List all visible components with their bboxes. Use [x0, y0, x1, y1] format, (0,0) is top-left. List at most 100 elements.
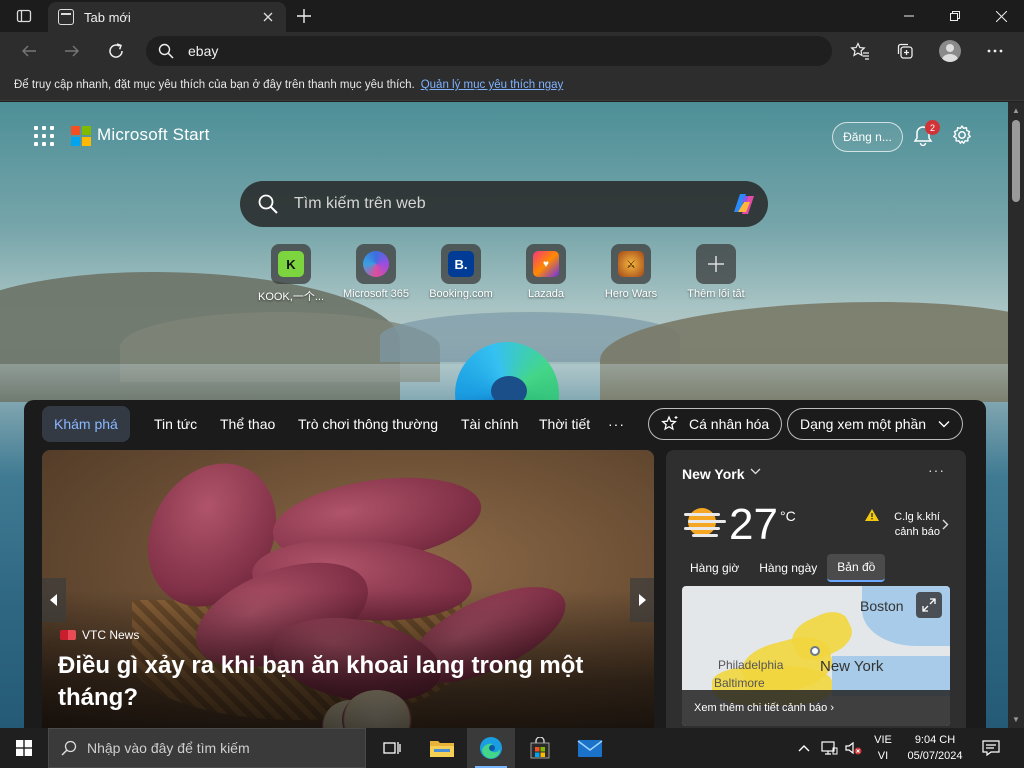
star-favorites-icon: [850, 42, 869, 60]
keyboard-layout-code: VI: [877, 750, 889, 762]
feed-tab-casual-games[interactable]: Trò chơi thông thường: [286, 406, 450, 442]
page-scrollbar[interactable]: ▲ ▼: [1008, 102, 1024, 728]
quick-link-kook[interactable]: K KOOK,一个...: [249, 244, 333, 304]
web-search-box[interactable]: Tìm kiếm trên web: [240, 181, 768, 227]
copilot-icon[interactable]: [728, 188, 760, 220]
hero-article-card[interactable]: VTC News Điều gì xảy ra khi bạn ăn khoai…: [42, 450, 654, 728]
feed-tab-finance[interactable]: Tài chính: [449, 406, 531, 442]
quick-link-add-shortcut[interactable]: Thêm lối tắt: [674, 244, 758, 300]
taskbar-microsoft-store[interactable]: [516, 728, 564, 768]
feed-tab-explore[interactable]: Khám phá: [42, 406, 130, 442]
new-tab-page: Microsoft Start Đăng n... 2 Tìm kiếm trê…: [0, 102, 1008, 728]
close-icon: [263, 12, 273, 22]
map-label-boston: Boston: [860, 598, 904, 614]
map-label-new-york: New York: [820, 658, 884, 675]
brand-title[interactable]: Microsoft Start: [97, 125, 210, 145]
favorites-button[interactable]: [845, 36, 875, 66]
tab-actions-button[interactable]: [8, 5, 40, 27]
taskbar-mail[interactable]: [566, 728, 614, 768]
refresh-button[interactable]: [101, 36, 131, 66]
taskbar-file-explorer[interactable]: [418, 728, 466, 768]
settings-more-button[interactable]: [980, 36, 1010, 66]
page-settings-button[interactable]: [951, 124, 975, 148]
map-label-philadelphia: Philadelphia: [718, 658, 784, 672]
weather-map[interactable]: Boston New York Philadelphia Baltimore X…: [682, 586, 950, 726]
profile-button[interactable]: [935, 36, 965, 66]
weather-tabs: Hàng giờ Hàng ngày Bản đồ: [680, 554, 886, 582]
feed-tab-weather[interactable]: Thời tiết: [527, 406, 602, 442]
search-placeholder[interactable]: Tìm kiếm trên web: [294, 195, 728, 213]
personalize-button[interactable]: Cá nhân hóa: [648, 408, 783, 440]
feed-tab-news[interactable]: Tin tức: [142, 406, 209, 442]
scroll-up-arrow-icon[interactable]: ▲: [1012, 106, 1020, 115]
folder-icon: [430, 741, 454, 757]
weather-alert-text[interactable]: C.lg k.khí cảnh báo: [878, 510, 940, 540]
taskbar-clock[interactable]: 9:04 CH 05/07/2024: [900, 732, 970, 764]
hero-next-button[interactable]: [630, 578, 654, 622]
collections-button[interactable]: [890, 36, 920, 66]
address-bar[interactable]: ebay: [146, 36, 832, 66]
microsoft-logo-icon: [71, 126, 91, 146]
minimize-icon: [904, 15, 914, 17]
mail-icon: [577, 740, 603, 757]
windows-taskbar: Nhập vào đây để tìm kiếm VIE VI 9:04 CH …: [0, 728, 1024, 768]
quick-link-microsoft-365[interactable]: Microsoft 365: [334, 244, 418, 300]
hero-prev-button[interactable]: [42, 578, 66, 622]
sign-in-button[interactable]: Đăng n...: [832, 122, 903, 152]
quick-link-booking[interactable]: B. Booking.com: [419, 244, 503, 300]
feed-more-button[interactable]: ···: [608, 406, 625, 442]
tab-close-button[interactable]: [258, 7, 278, 27]
chevron-right-icon: [639, 594, 646, 606]
network-icon: [821, 741, 838, 755]
close-window-button[interactable]: [978, 0, 1024, 32]
plus-icon: [708, 256, 724, 272]
minimize-button[interactable]: [886, 0, 932, 32]
restore-button[interactable]: [932, 0, 978, 32]
view-mode-dropdown[interactable]: Dạng xem một phần: [787, 408, 964, 440]
chevron-down-icon[interactable]: [750, 464, 761, 478]
notification-center-button[interactable]: [976, 728, 1006, 768]
expand-icon: [922, 598, 936, 612]
weather-tab-daily[interactable]: Hàng ngày: [749, 554, 827, 582]
new-tab-button[interactable]: [290, 4, 318, 28]
article-source: VTC News: [60, 628, 139, 642]
article-title[interactable]: Điều gì xảy ra khi bạn ăn khoai lang tro…: [58, 650, 618, 714]
weather-tab-hourly[interactable]: Hàng giờ: [680, 554, 749, 582]
volume-button[interactable]: [842, 728, 864, 768]
weather-tab-map[interactable]: Bản đồ: [827, 554, 886, 582]
map-expand-button[interactable]: [916, 592, 942, 618]
language-code: VIE: [874, 734, 892, 746]
weather-temperature: 27: [729, 500, 778, 549]
clock-time: 9:04 CH: [914, 734, 956, 746]
quick-link-label: Lazada: [527, 288, 565, 300]
forward-button[interactable]: [57, 36, 87, 66]
scroll-down-arrow-icon[interactable]: ▼: [1012, 715, 1020, 724]
plus-icon: [297, 9, 311, 23]
taskbar-edge[interactable]: [467, 728, 515, 768]
show-hidden-icons-button[interactable]: [794, 728, 814, 768]
tab-title: Tab mới: [84, 9, 131, 25]
notification-badge: 2: [925, 120, 940, 135]
manage-favorites-link[interactable]: Quản lý mục yêu thích ngay: [421, 79, 564, 91]
weather-location[interactable]: New York: [682, 466, 745, 482]
quick-link-label: Hero Wars: [604, 288, 658, 300]
app-launcher-button[interactable]: [34, 126, 54, 146]
taskbar-search-placeholder[interactable]: Nhập vào đây để tìm kiếm: [87, 740, 250, 756]
task-view-icon: [383, 742, 401, 754]
quick-link-lazada[interactable]: ♥ Lazada: [504, 244, 588, 300]
network-button[interactable]: [818, 728, 840, 768]
browser-tab[interactable]: Tab mới: [48, 2, 286, 32]
scroll-thumb[interactable]: [1012, 120, 1020, 202]
task-view-button[interactable]: [368, 728, 416, 768]
alert-details-link[interactable]: Xem thêm chi tiết cảnh báo ›: [682, 690, 950, 726]
taskbar-search-box[interactable]: Nhập vào đây để tìm kiếm: [48, 728, 366, 768]
chevron-right-icon[interactable]: [942, 518, 949, 533]
start-button[interactable]: [0, 728, 48, 768]
weather-more-button[interactable]: ···: [928, 462, 945, 478]
input-language-indicator[interactable]: VIE VI: [870, 732, 896, 764]
address-text[interactable]: ebay: [188, 43, 218, 59]
feed-tab-sports[interactable]: Thể thao: [208, 406, 287, 442]
back-button[interactable]: [14, 36, 44, 66]
weather-unit: °C: [780, 508, 796, 524]
quick-link-hero-wars[interactable]: ⚔ Hero Wars: [589, 244, 673, 300]
